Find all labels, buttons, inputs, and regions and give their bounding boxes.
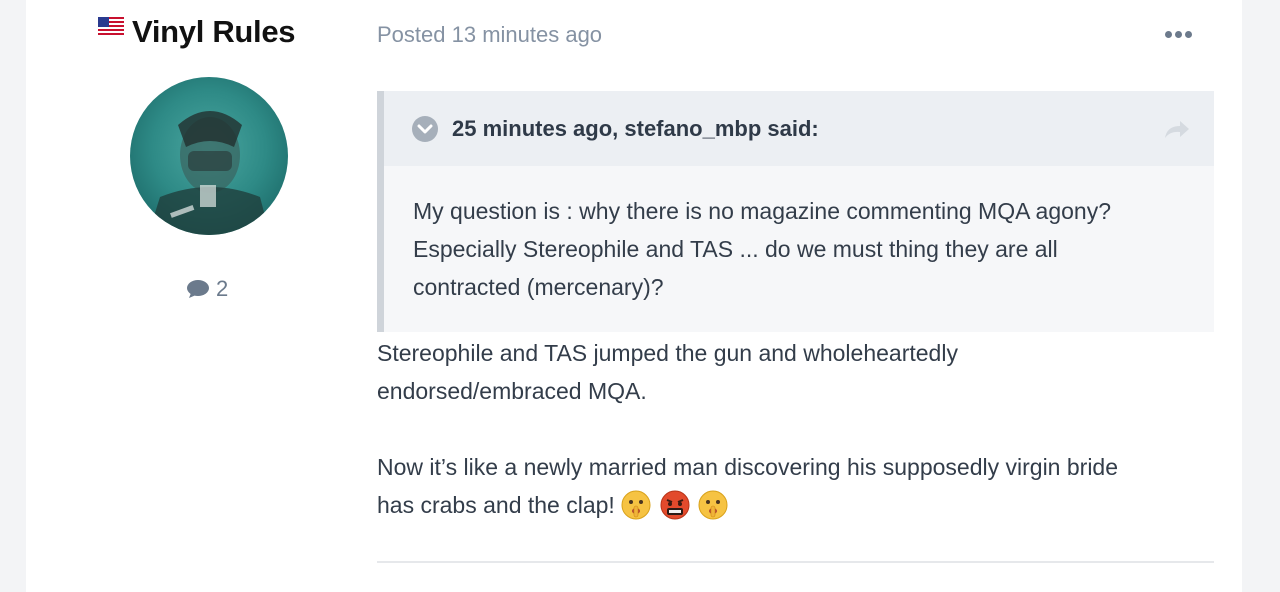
- reply-line: has crabs and the clap!: [377, 492, 615, 518]
- post-body: Stereophile and TAS jumped the gun and w…: [377, 334, 1217, 524]
- quote-line: Especially Stereophile and TAS ... do we…: [413, 236, 1058, 262]
- reply-line: Stereophile and TAS jumped the gun and w…: [377, 340, 958, 366]
- cursing-face-emoji: [660, 490, 690, 520]
- avatar-image: [130, 77, 288, 235]
- shushing-face-emoji: [621, 490, 651, 520]
- quote-block: 25 minutes ago, stefano_mbp said: My que…: [377, 91, 1214, 332]
- post-count[interactable]: 2: [186, 276, 228, 302]
- post-divider: [377, 561, 1214, 563]
- reply-line-with-emojis: has crabs and the clap!: [377, 486, 1217, 524]
- share-arrow-icon[interactable]: [1164, 119, 1190, 139]
- us-flag-icon: [98, 17, 124, 35]
- shushing-face-emoji: [698, 490, 728, 520]
- quote-line: My question is : why there is no magazin…: [413, 198, 1112, 224]
- ellipsis-dot: [1174, 30, 1182, 38]
- quote-citation[interactable]: 25 minutes ago, stefano_mbp said:: [452, 116, 819, 142]
- quote-text: My question is : why there is no magazin…: [384, 166, 1214, 306]
- reply-line: endorsed/embraced MQA.: [377, 378, 647, 404]
- quote-line: contracted (mercenary)?: [413, 274, 664, 300]
- quote-header: 25 minutes ago, stefano_mbp said:: [384, 91, 1214, 166]
- avatar[interactable]: [130, 77, 288, 235]
- reply-line: Now it’s like a newly married man discov…: [377, 454, 1119, 480]
- author-name[interactable]: Vinyl Rules: [132, 14, 296, 50]
- chevron-down-icon[interactable]: [412, 115, 438, 142]
- author-block: Vinyl Rules: [98, 14, 296, 50]
- comment-icon: [187, 280, 209, 298]
- ellipsis-dot: [1184, 30, 1192, 38]
- ellipsis-icon: [1164, 30, 1172, 38]
- more-options-button[interactable]: [1162, 26, 1194, 42]
- post-container: Vinyl Rules 2 Posted 13 minutes ago 25 m…: [26, 0, 1242, 592]
- post-count-value: 2: [216, 276, 229, 301]
- post-timestamp[interactable]: Posted 13 minutes ago: [377, 22, 602, 48]
